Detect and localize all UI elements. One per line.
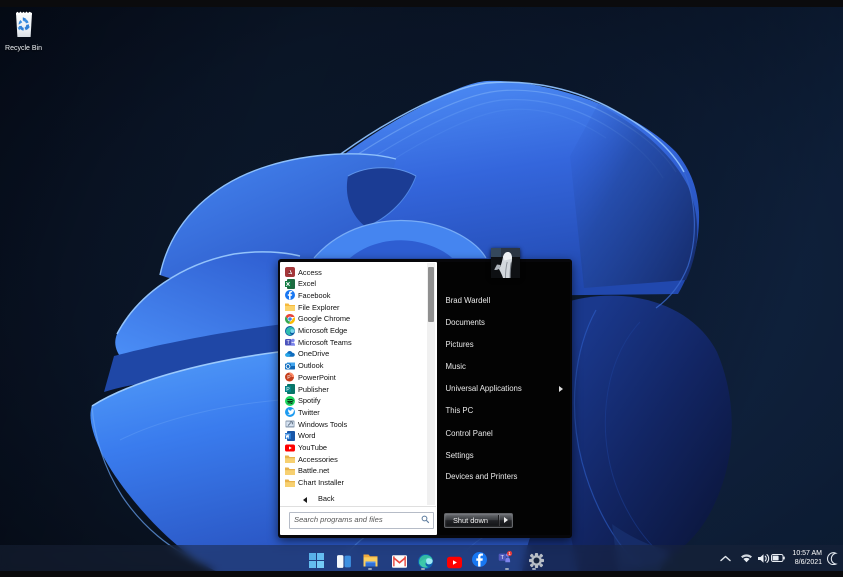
svg-text:P: P xyxy=(286,387,290,393)
svg-text:T: T xyxy=(501,555,505,561)
svg-text:1: 1 xyxy=(508,551,511,556)
svg-text:P: P xyxy=(287,375,291,381)
